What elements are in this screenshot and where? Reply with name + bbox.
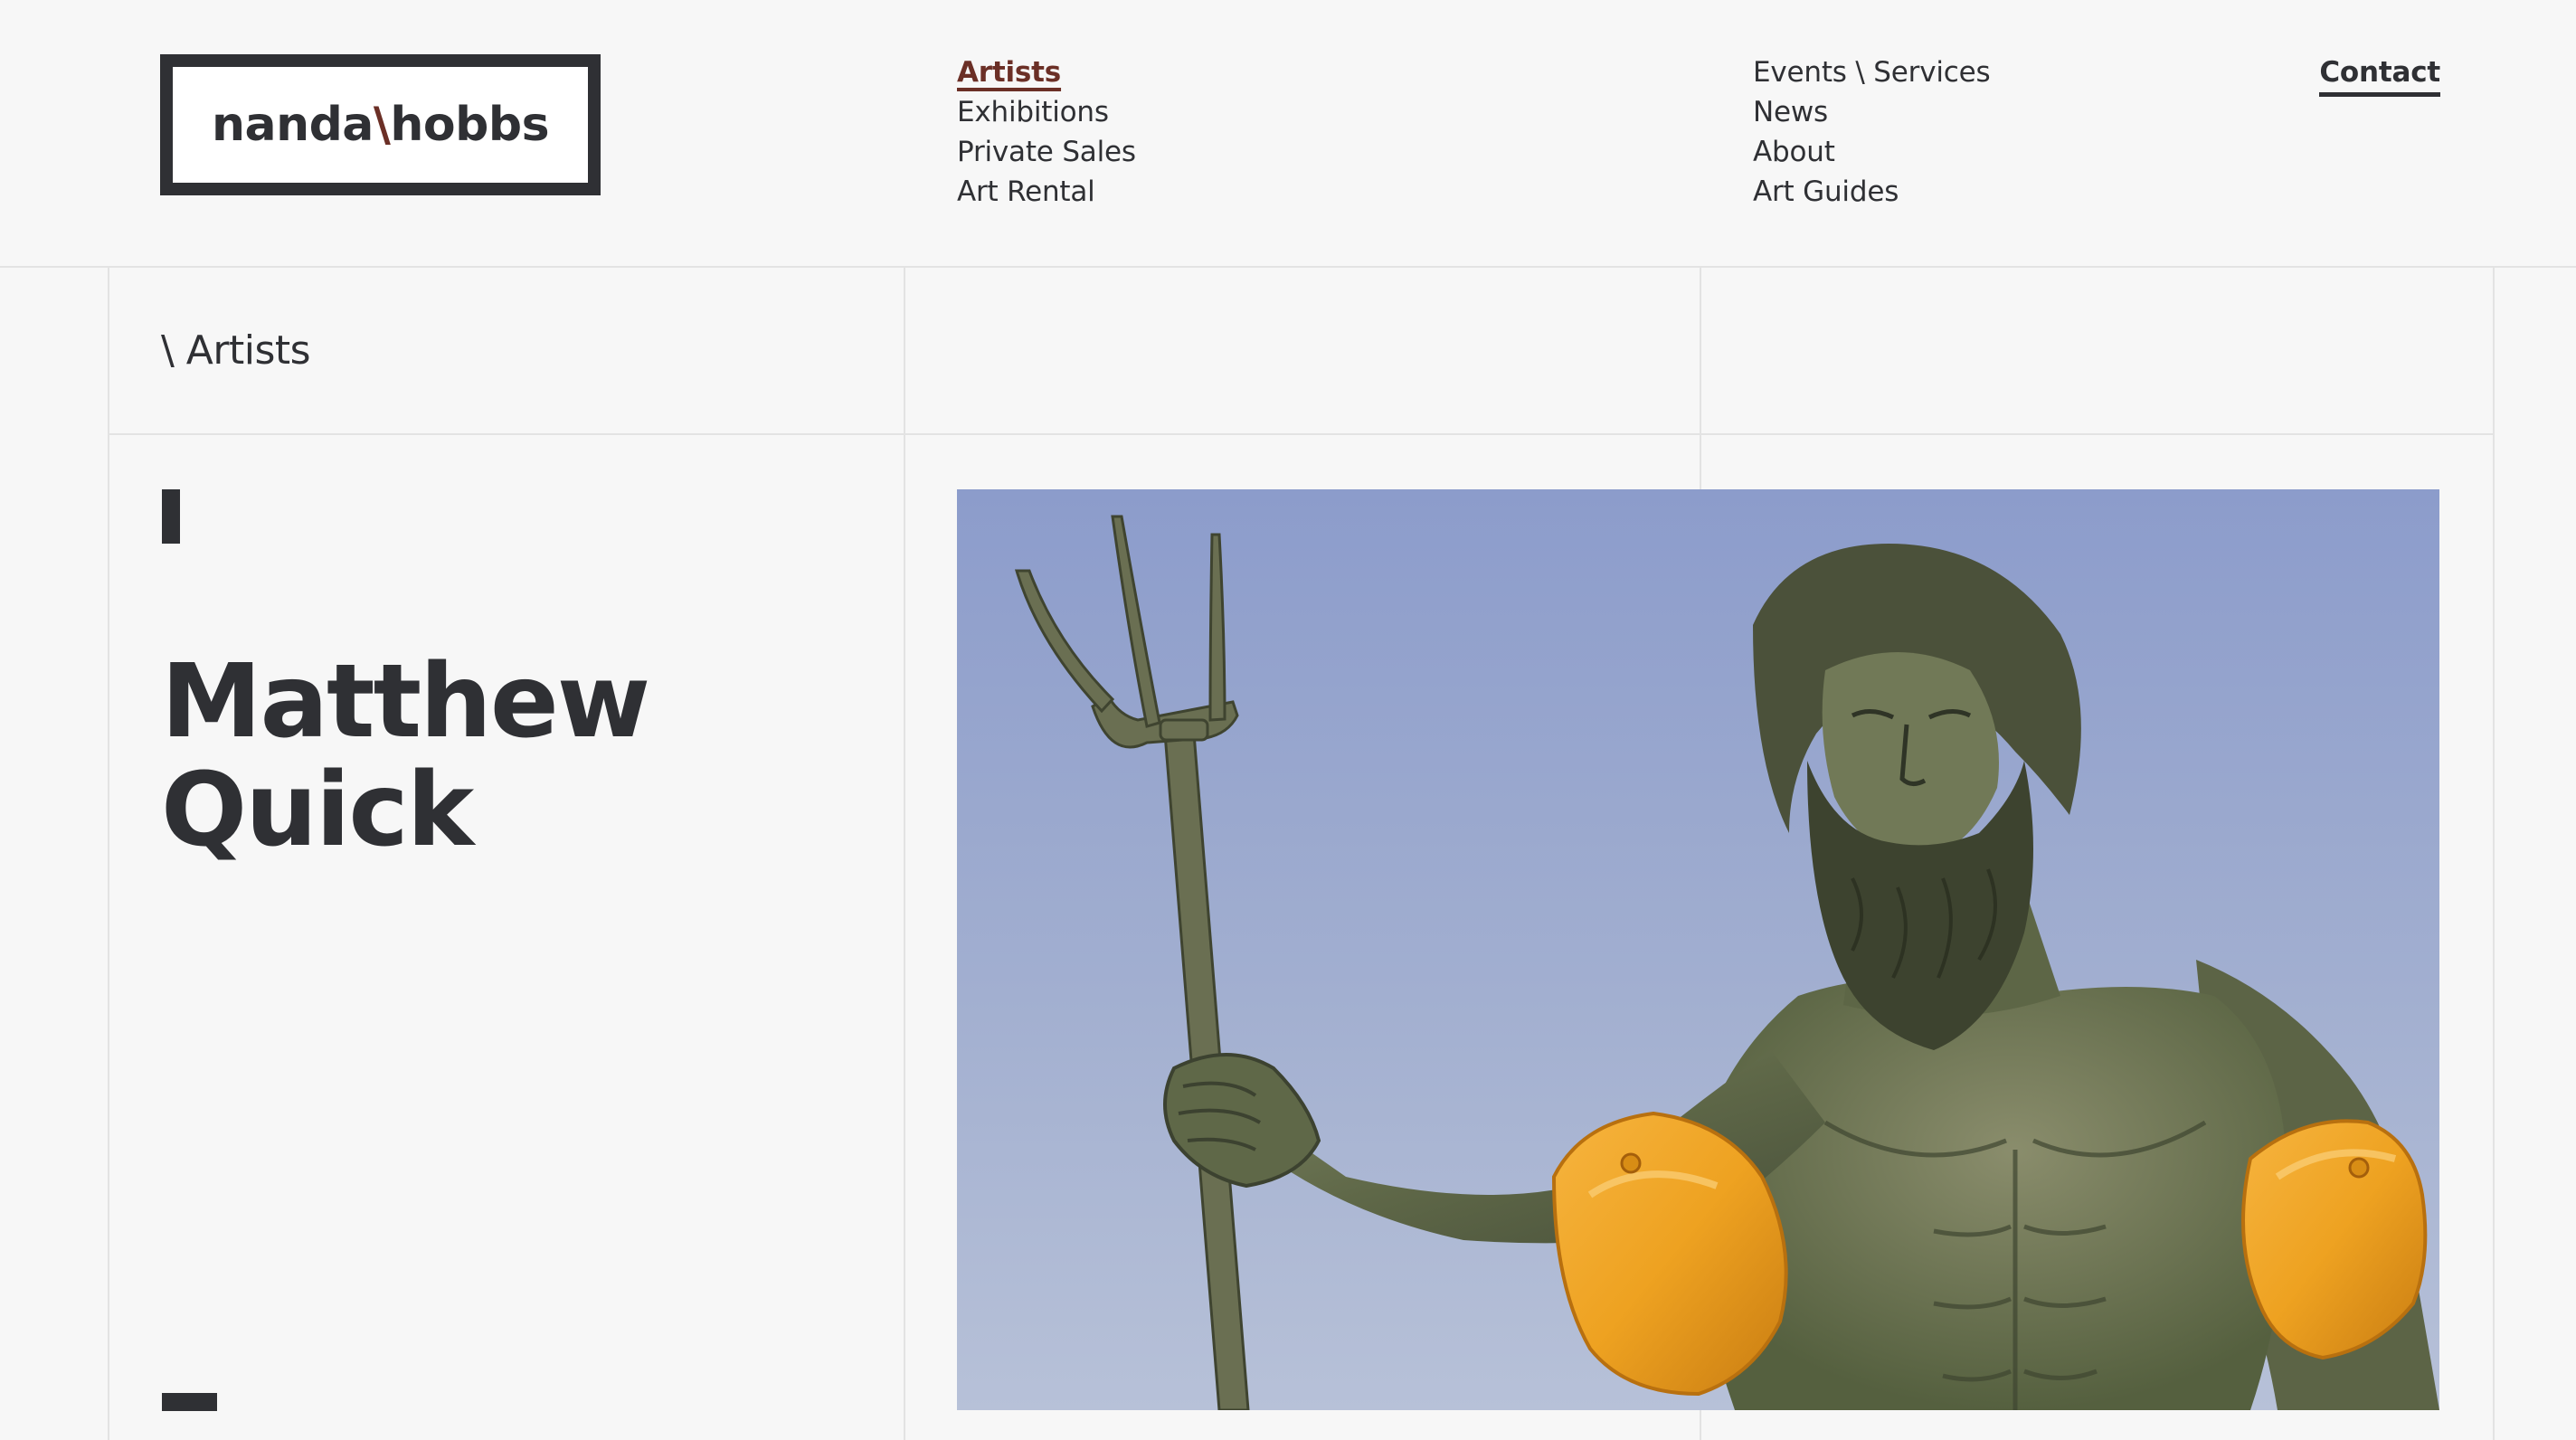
grid-divider xyxy=(904,268,905,1440)
logo-separator: \ xyxy=(373,98,391,152)
logo-text-left: nanda xyxy=(211,98,374,152)
main-nav-left: Artists Exhibitions Private Sales Art Re… xyxy=(957,52,1136,212)
page: nanda \ hobbs Artists Exhibitions Private … xyxy=(0,0,2576,1440)
breadcrumb-artists[interactable]: \ Artists xyxy=(161,327,311,374)
artist-name: Matthew Quick xyxy=(161,648,650,865)
nav-link-private-sales[interactable]: Private Sales xyxy=(957,132,1136,172)
decorative-bar-vertical xyxy=(162,489,180,544)
decorative-bar-horizontal xyxy=(162,1393,217,1411)
nav-link-art-rental[interactable]: Art Rental xyxy=(957,172,1136,212)
grid-divider xyxy=(108,268,109,1440)
featured-artwork-image[interactable] xyxy=(957,489,2439,1410)
breadcrumb[interactable]: \ Artists xyxy=(161,324,311,378)
logo-text-right: hobbs xyxy=(390,98,550,152)
artist-last-name: Quick xyxy=(161,752,474,869)
nav-link-about[interactable]: About xyxy=(1753,132,1990,172)
artist-first-name: Matthew xyxy=(161,643,650,761)
site-logo[interactable]: nanda \ hobbs xyxy=(160,54,601,195)
nav-link-news[interactable]: News xyxy=(1753,92,1990,132)
grid-divider xyxy=(2493,268,2495,1440)
nav-link-art-guides[interactable]: Art Guides xyxy=(1753,172,1990,212)
artwork-armband-right xyxy=(2241,1119,2428,1360)
breadcrumb-divider xyxy=(108,433,2495,435)
artwork-illustration xyxy=(957,489,2439,1410)
nav-link-events-services[interactable]: Events \ Services xyxy=(1753,52,1991,92)
nav-link-exhibitions[interactable]: Exhibitions xyxy=(957,92,1136,132)
site-header: nanda \ hobbs Artists Exhibitions Private … xyxy=(0,0,2576,268)
main-nav-right: Events \ Services News About Art Guides xyxy=(1753,52,1991,212)
contact-link[interactable]: Contact xyxy=(2319,52,2440,97)
nav-link-artists[interactable]: Artists xyxy=(957,52,1061,92)
